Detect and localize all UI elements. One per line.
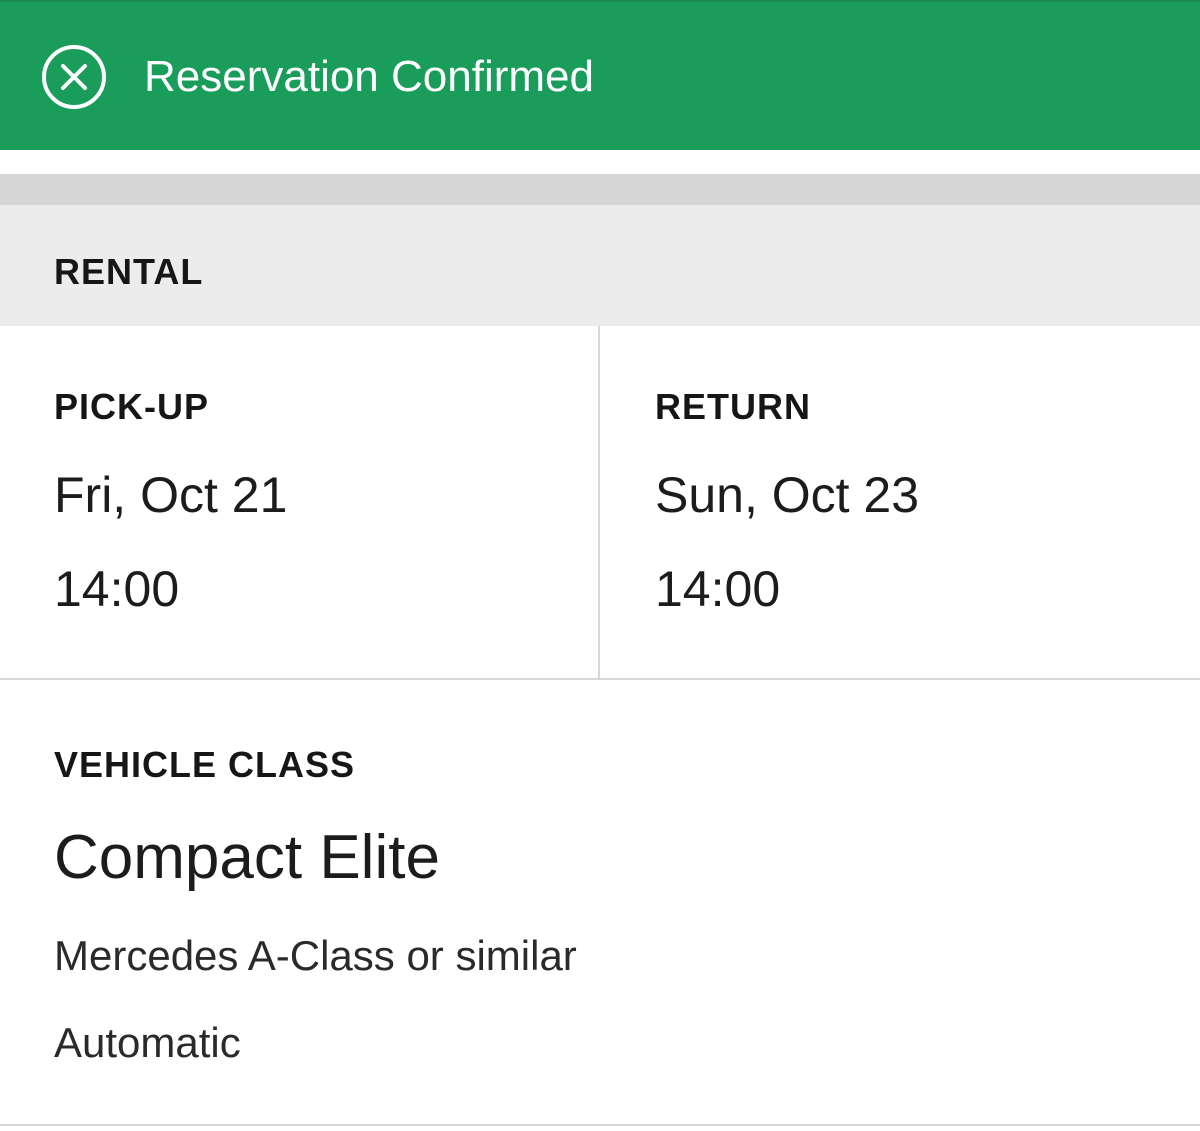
rental-section-title: RENTAL xyxy=(54,251,204,292)
return-column: RETURN Sun, Oct 23 14:00 xyxy=(655,326,1195,678)
pickup-time: 14:00 xyxy=(54,561,180,617)
vehicle-transmission: Automatic xyxy=(54,1019,241,1066)
return-time: 14:00 xyxy=(655,561,781,617)
rental-section-header: RENTAL xyxy=(0,205,1200,326)
vehicle-model: Mercedes A-Class or similar xyxy=(54,932,577,979)
pickup-column: PICK-UP Fri, Oct 21 14:00 xyxy=(54,326,594,678)
vehicle-class-name: Compact Elite xyxy=(54,823,440,892)
confirmation-banner: Reservation Confirmed xyxy=(0,0,1200,150)
spacer xyxy=(0,150,1200,174)
return-date: Sun, Oct 23 xyxy=(655,467,920,523)
separator-bar xyxy=(0,174,1200,205)
column-divider xyxy=(598,326,600,678)
pickup-date: Fri, Oct 21 xyxy=(54,467,288,523)
banner-title: Reservation Confirmed xyxy=(144,52,594,101)
rental-dates: PICK-UP Fri, Oct 21 14:00 RETURN Sun, Oc… xyxy=(0,326,1200,680)
pickup-label: PICK-UP xyxy=(54,386,210,427)
return-label: RETURN xyxy=(655,386,811,427)
vehicle-section: VEHICLE CLASS Compact Elite Mercedes A-C… xyxy=(0,680,1200,1126)
close-circle-icon[interactable] xyxy=(41,44,107,110)
vehicle-class-label: VEHICLE CLASS xyxy=(54,744,356,785)
